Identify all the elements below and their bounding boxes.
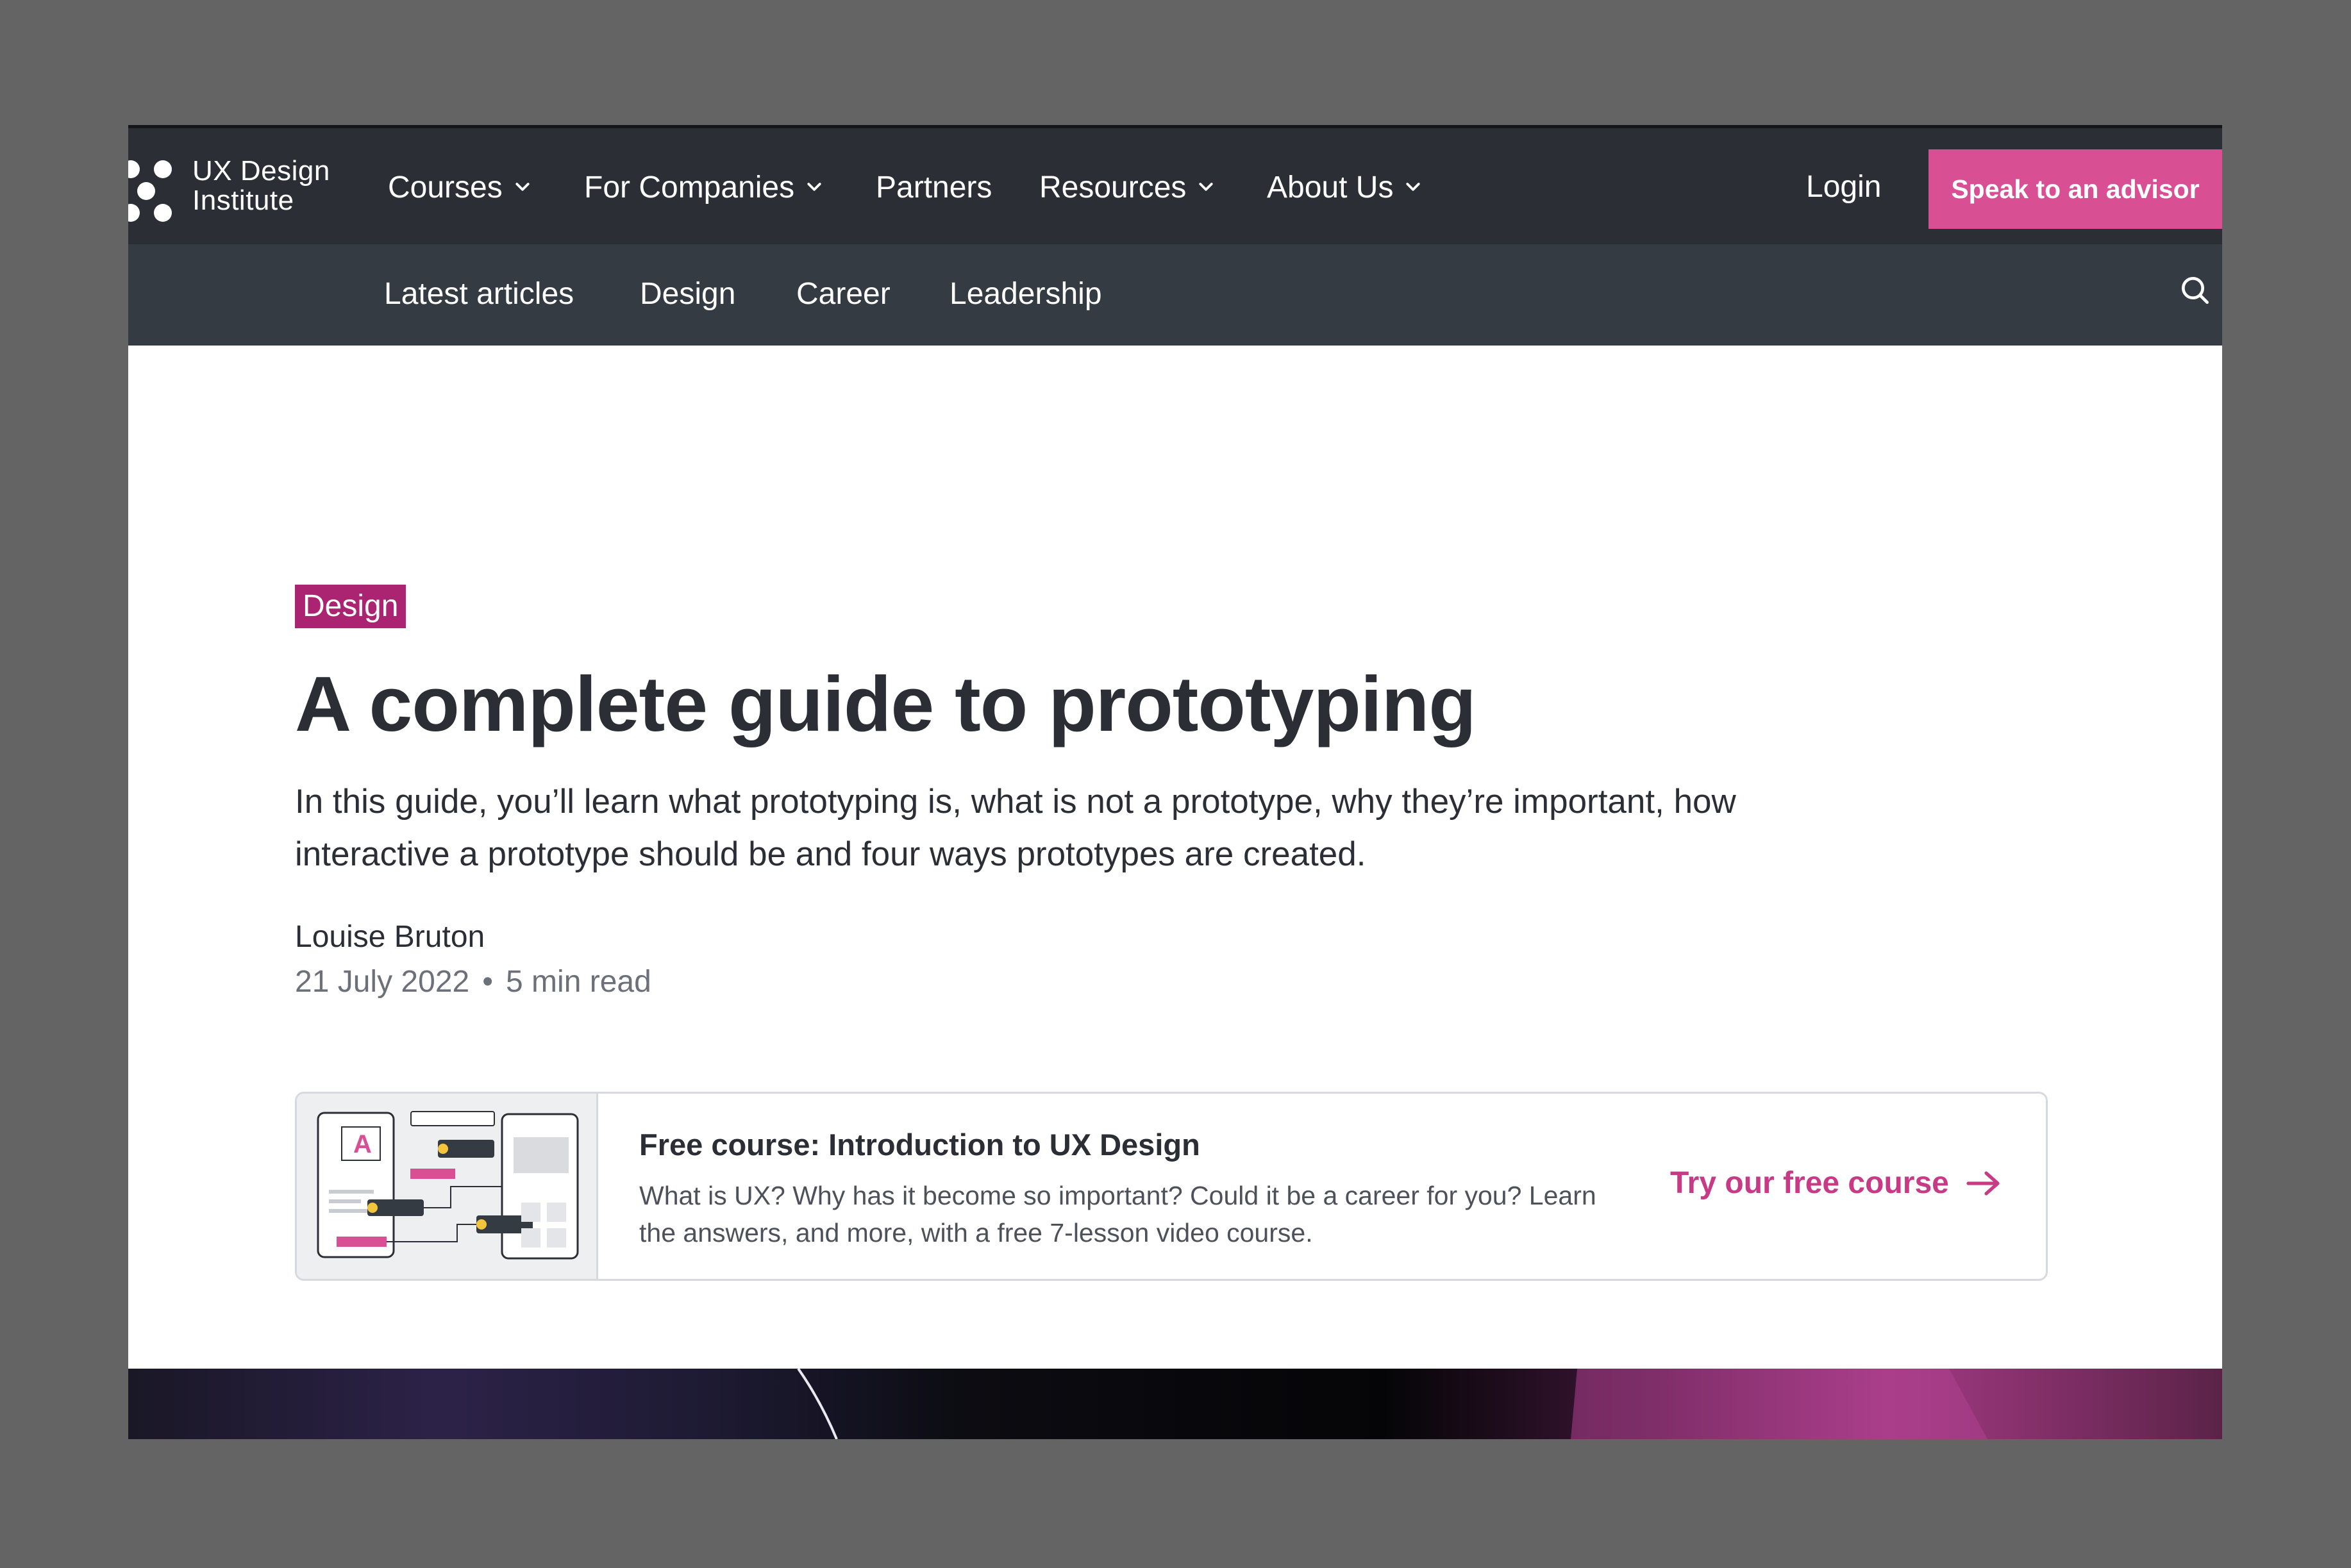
page-title: A complete guide to prototyping (295, 660, 1477, 747)
course-title: Free course: Introduction to UX Design (639, 1128, 1200, 1162)
logo-dot-icon (137, 182, 155, 200)
speak-to-advisor-button[interactable]: Speak to an advisor (1928, 149, 2222, 229)
publish-date: 21 July 2022 (295, 965, 470, 999)
nav-item-label: For Companies (584, 170, 795, 204)
free-course-card[interactable]: A Free course: Introduction to UX Design… (295, 1092, 2048, 1281)
arrow-right-icon (1966, 1171, 2000, 1196)
logo-dot-icon (128, 204, 140, 222)
chevron-down-icon (1406, 183, 1421, 191)
prototype-illustration-icon: A (317, 1111, 579, 1260)
subnav-item-career[interactable]: Career (796, 275, 891, 313)
subnav-item-design[interactable]: Design (640, 275, 735, 313)
read-time: 5 min read (506, 965, 651, 999)
top-navigation: UX Design Institute Courses For Companie… (128, 125, 2222, 244)
logo-dot-icon (154, 160, 172, 178)
course-thumbnail: A (297, 1094, 598, 1279)
category-tag[interactable]: Design (295, 585, 406, 628)
browser-page: UX Design Institute Courses For Companie… (128, 125, 2222, 1439)
logo-dot-icon (128, 160, 140, 178)
nav-item-about-us[interactable]: About Us (1267, 169, 1423, 205)
hero-image-graphic (797, 1367, 1987, 1439)
nav-item-label: Resources (1039, 170, 1187, 204)
chevron-down-icon (515, 183, 530, 191)
logo-text: UX Design Institute (192, 156, 330, 215)
brand-logo[interactable]: UX Design Institute (128, 156, 340, 222)
try-free-course-link[interactable]: Try our free course (1670, 1165, 2003, 1201)
course-description: What is UX? Why has it become so importa… (639, 1181, 1596, 1247)
cta-label: Try our free course (1670, 1166, 1949, 1200)
nav-item-label: Partners (876, 170, 992, 204)
nav-item-label: Courses (388, 170, 503, 204)
logo-line-2: Institute (192, 185, 294, 216)
nav-item-label: About Us (1267, 170, 1394, 204)
chevron-down-icon (1199, 183, 1214, 191)
login-link[interactable]: Login (1806, 169, 1881, 205)
subnav-item-latest-articles[interactable]: Latest articles (384, 275, 574, 313)
nav-item-for-companies[interactable]: For Companies (584, 169, 824, 205)
article-intro: In this guide, you’ll learn what prototy… (295, 783, 1736, 873)
logo-dot-icon (154, 204, 172, 222)
author-name: Louise Bruton (295, 920, 485, 954)
logo-line-1: UX Design (192, 155, 330, 187)
article-hero-image (128, 1367, 2222, 1439)
chevron-down-icon (807, 183, 821, 191)
article-meta: 21 July 2022 • 5 min read (295, 963, 651, 1001)
sub-navigation: Latest articles Design Career Leadership (128, 244, 2222, 346)
search-icon[interactable] (2177, 272, 2213, 308)
svg-text:A: A (353, 1130, 372, 1158)
nav-item-courses[interactable]: Courses (388, 169, 532, 205)
nav-item-resources[interactable]: Resources (1039, 169, 1216, 205)
meta-separator: • (482, 965, 494, 999)
nav-item-partners[interactable]: Partners (876, 169, 992, 205)
subnav-item-leadership[interactable]: Leadership (950, 275, 1102, 313)
